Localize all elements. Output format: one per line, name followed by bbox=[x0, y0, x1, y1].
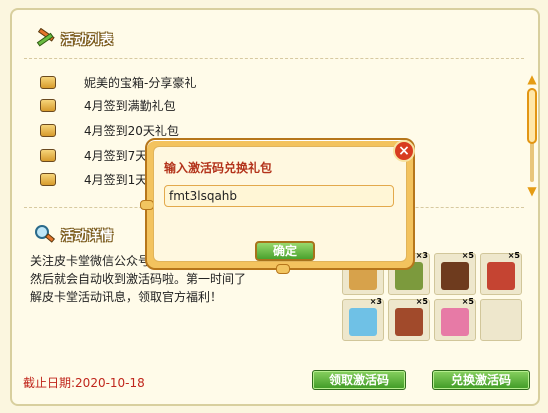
gift-box-icon bbox=[40, 123, 56, 137]
claim-code-button[interactable]: 领取激活码 bbox=[312, 370, 406, 390]
activity-list-scrollbar[interactable]: ▲ ▼ bbox=[524, 72, 540, 198]
dialog-knob bbox=[140, 200, 154, 210]
reward-slot[interactable]: ×5 bbox=[480, 251, 522, 295]
activity-list-title: 活动列表 bbox=[61, 32, 114, 48]
activation-code-input[interactable] bbox=[164, 185, 394, 207]
reward-slot[interactable]: ×5 bbox=[388, 297, 430, 341]
activity-item-label: 4月签到20天礼包 bbox=[84, 123, 179, 138]
activity-item[interactable]: 4月签到20天礼包 bbox=[40, 120, 179, 140]
activity-detail-header: 活动详情 bbox=[33, 224, 113, 244]
activity-item[interactable]: 4月签到7天礼包 bbox=[40, 145, 171, 165]
reward-item-icon bbox=[441, 308, 469, 336]
scroll-down-icon[interactable]: ▼ bbox=[525, 184, 539, 198]
tools-icon bbox=[33, 27, 55, 48]
reward-slot[interactable]: ×3 bbox=[342, 297, 384, 341]
reward-slot[interactable]: ×5 bbox=[434, 297, 476, 341]
reward-item-icon bbox=[349, 308, 377, 336]
scroll-up-icon[interactable]: ▲ bbox=[525, 72, 539, 86]
redeem-code-button[interactable]: 兑换激活码 bbox=[432, 370, 530, 390]
divider bbox=[24, 58, 524, 59]
confirm-button[interactable]: 确定 bbox=[255, 241, 315, 261]
calendar-icon bbox=[40, 98, 56, 112]
dialog-knob bbox=[276, 264, 290, 274]
reward-item-icon bbox=[441, 262, 469, 290]
gift-box-icon bbox=[40, 75, 56, 89]
activity-item[interactable]: 4月签到满勤礼包 bbox=[40, 95, 176, 115]
reward-slot[interactable]: ×5 bbox=[434, 251, 476, 295]
dialog-body: 输入激活码兑换礼包 确定 bbox=[153, 146, 407, 262]
reward-item-icon bbox=[487, 262, 515, 290]
activity-item-label: 妮美的宝箱-分享豪礼 bbox=[84, 75, 197, 90]
scroll-thumb[interactable] bbox=[527, 88, 537, 144]
redeem-dialog: 输入激活码兑换礼包 确定 × bbox=[140, 138, 415, 274]
deadline-text: 截止日期:2020-10-18 bbox=[23, 376, 145, 390]
close-icon[interactable]: × bbox=[393, 140, 415, 162]
magnifier-icon bbox=[33, 224, 56, 244]
activity-item[interactable]: 4月签到1天礼包 bbox=[40, 169, 171, 189]
activity-list-header: 活动列表 bbox=[33, 27, 114, 48]
dialog-title: 输入激活码兑换礼包 bbox=[164, 161, 273, 175]
gift-box-icon bbox=[40, 172, 56, 186]
activity-detail-title: 活动详情 bbox=[61, 228, 114, 244]
reward-slot-empty bbox=[480, 299, 522, 341]
gift-box-icon bbox=[40, 148, 56, 162]
activity-item[interactable]: 妮美的宝箱-分享豪礼 bbox=[40, 72, 196, 92]
reward-item-icon bbox=[395, 308, 423, 336]
activity-item-label: 4月签到满勤礼包 bbox=[84, 98, 176, 113]
